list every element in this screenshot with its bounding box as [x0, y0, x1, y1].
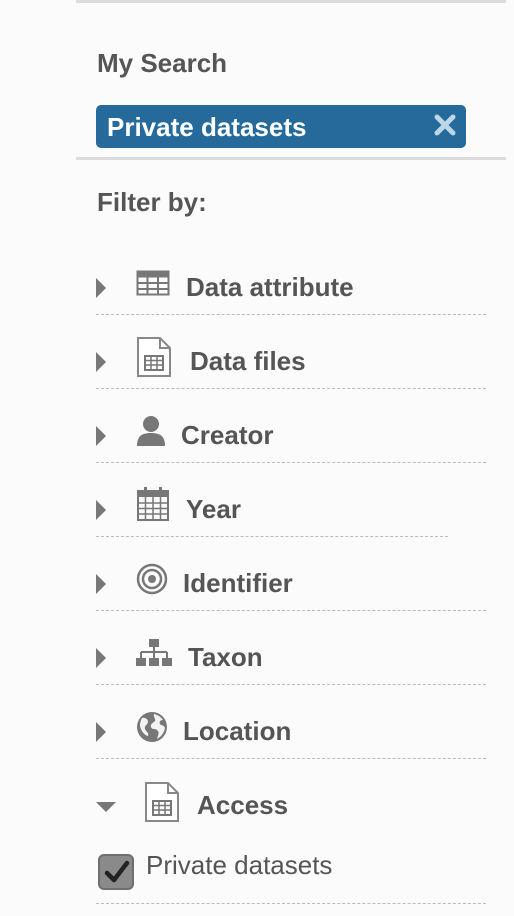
user-icon: [137, 416, 165, 446]
collapse-arrow-icon[interactable]: [96, 802, 116, 812]
filter-label: Data files: [190, 346, 306, 376]
expand-arrow-icon[interactable]: [96, 352, 106, 372]
filter-label: Creator: [181, 420, 274, 450]
filter-year[interactable]: Year: [96, 481, 486, 537]
table-icon: [136, 270, 170, 296]
checkbox-label: Private datasets: [146, 850, 333, 880]
section-divider: [76, 157, 506, 160]
expand-arrow-icon[interactable]: [96, 278, 106, 298]
row-divider: [96, 758, 486, 759]
private-datasets-checkbox[interactable]: [98, 854, 134, 890]
my-search-heading: My Search: [97, 48, 228, 78]
expand-arrow-icon[interactable]: [96, 500, 106, 520]
filter-label: Taxon: [188, 642, 263, 672]
globe-icon: [137, 712, 167, 742]
filter-label: Year: [186, 494, 241, 524]
checkmark-icon: [104, 860, 130, 883]
file-spreadsheet-icon: [137, 337, 171, 377]
target-icon: [136, 563, 168, 595]
calendar-icon: [137, 487, 169, 521]
row-divider: [96, 388, 486, 389]
filter-by-heading: Filter by:: [97, 187, 207, 217]
row-divider: [96, 684, 486, 685]
file-spreadsheet-icon: [145, 782, 179, 822]
row-divider: [96, 314, 486, 315]
filter-access[interactable]: Access: [96, 777, 486, 833]
row-divider: [96, 462, 486, 463]
close-icon[interactable]: [434, 114, 456, 136]
active-filter-label: Private datasets: [107, 112, 307, 142]
row-divider: [96, 610, 486, 611]
top-divider: [76, 0, 506, 3]
filter-identifier[interactable]: Identifier: [96, 555, 486, 611]
filter-label: Data attribute: [186, 272, 354, 302]
expand-arrow-icon[interactable]: [96, 648, 106, 668]
filter-data-attribute[interactable]: Data attribute: [96, 259, 486, 315]
filter-creator[interactable]: Creator: [96, 407, 486, 463]
row-divider: [96, 903, 486, 904]
expand-arrow-icon[interactable]: [96, 722, 106, 742]
filter-data-files[interactable]: Data files: [96, 333, 486, 389]
filter-label: Identifier: [183, 568, 293, 598]
sitemap-icon: [136, 639, 172, 666]
filter-label: Access: [197, 790, 289, 820]
expand-arrow-icon[interactable]: [96, 426, 106, 446]
filter-location[interactable]: Location: [96, 703, 486, 759]
row-divider: [96, 536, 448, 537]
filter-label: Location: [183, 716, 292, 746]
access-option-private-datasets[interactable]: Private datasets: [96, 848, 486, 904]
filter-taxon[interactable]: Taxon: [96, 629, 486, 685]
expand-arrow-icon[interactable]: [96, 574, 106, 594]
active-filter-chip[interactable]: Private datasets: [96, 105, 466, 148]
